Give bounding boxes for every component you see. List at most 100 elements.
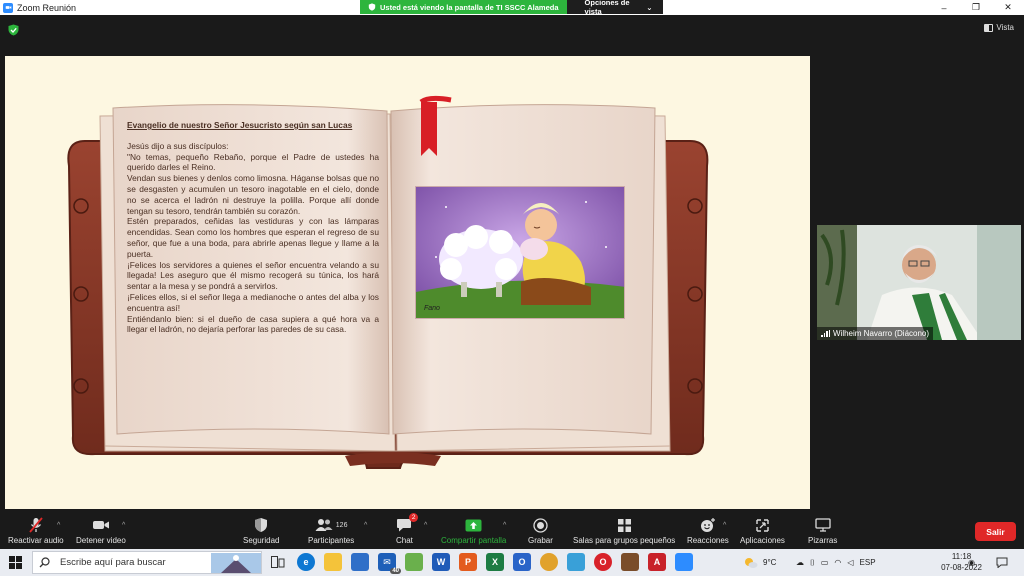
sharing-status: Usted está viendo la pantalla de TI SSCC… — [360, 0, 567, 14]
opera-icon[interactable]: O — [594, 553, 612, 571]
shield-check-icon — [368, 3, 376, 11]
unmute-audio-button[interactable]: Reactivar audio — [8, 516, 64, 545]
view-button[interactable]: Vista — [984, 23, 1014, 32]
whiteboard-icon — [815, 518, 831, 532]
minimize-button[interactable]: – — [928, 0, 960, 15]
microphone-muted-icon — [29, 517, 43, 533]
zoom-window: Zoom Reunión Usted está viendo la pantal… — [0, 0, 1024, 576]
meeting-toolbar: Reactivar audio ^ Detener video ^ Seguri… — [0, 512, 1024, 549]
gospel-paragraph: "No temas, pequeño Rebaño, porque el Pad… — [127, 151, 379, 173]
shepherd-lamb-illustration: Fano — [415, 186, 625, 319]
mail-badge: 40 — [390, 568, 401, 574]
outlook-icon[interactable]: O — [513, 553, 531, 571]
search-icon — [39, 557, 50, 568]
chat-options-caret[interactable]: ^ — [424, 522, 427, 529]
chat-unread-badge: 2 — [408, 513, 419, 522]
participant-video — [817, 225, 1021, 340]
record-button[interactable]: Grabar — [528, 516, 553, 545]
shield-icon — [255, 518, 268, 532]
signal-strength-icon — [821, 330, 830, 337]
stop-video-button[interactable]: Detener video — [76, 516, 126, 545]
app-icon[interactable] — [567, 553, 585, 571]
apps-button[interactable]: Aplicaciones — [740, 516, 785, 545]
participants-count: 126 — [335, 521, 348, 529]
notification-icon — [996, 557, 1008, 568]
weather-widget[interactable]: 9°C — [744, 549, 776, 576]
breakout-rooms-button[interactable]: Salas para grupos pequeños — [573, 516, 675, 545]
zoom-app-icon — [3, 2, 13, 13]
chrome-icon[interactable] — [540, 553, 558, 571]
powerpoint-icon[interactable]: P — [459, 553, 477, 571]
participants-button[interactable]: 126 Participantes — [308, 516, 354, 545]
gospel-text: Evangelio de nuestro Señor Jesucristo se… — [127, 120, 379, 335]
apps-icon — [756, 518, 769, 532]
zoom-taskbar-icon[interactable] — [675, 553, 693, 571]
window-title: Zoom Reunión — [17, 2, 77, 13]
mail-icon[interactable]: ✉ 40 — [378, 553, 401, 574]
close-button[interactable]: ✕ — [992, 0, 1024, 15]
participant-video-tile[interactable]: Wilheim Navarro (Diácono) — [817, 225, 1021, 340]
share-banner: Usted está viendo la pantalla de TI SSCC… — [360, 0, 663, 16]
gospel-paragraph: Jesús dijo a sus discípulos: — [127, 140, 229, 151]
taskbar-search-input[interactable]: Escribe aquí para buscar — [32, 551, 262, 574]
share-options-caret[interactable]: ^ — [503, 522, 506, 529]
share-screen-button[interactable]: Compartir pantalla — [441, 516, 506, 545]
meeting-area: Vista Evangelio de nuestro Señor Jesucri… — [0, 15, 1024, 512]
share-screen-icon — [465, 519, 482, 531]
participants-options-caret[interactable]: ^ — [364, 522, 367, 529]
start-button[interactable] — [4, 553, 26, 572]
volume-icon[interactable]: ◁ — [847, 558, 853, 567]
paint-icon[interactable] — [405, 553, 423, 571]
meet-now-icon: ◉ — [968, 558, 975, 567]
taskbar-clock[interactable]: 11:18 07-08-2022 — [941, 551, 982, 573]
archive-icon[interactable] — [621, 553, 639, 571]
wifi-icon[interactable]: ◠ — [834, 558, 841, 567]
whiteboards-button[interactable]: Pizarras — [808, 516, 837, 545]
window-controls: – ❐ ✕ — [928, 0, 1024, 15]
reactions-button[interactable]: Reacciones — [687, 516, 729, 545]
search-highlight-icon — [211, 552, 261, 573]
taskbar-extra-icon[interactable]: ◉ — [968, 549, 975, 576]
reactions-options-caret[interactable]: ^ — [723, 522, 726, 529]
smiley-plus-icon — [700, 518, 715, 532]
chevron-down-icon: ⌄ — [646, 2, 653, 12]
audio-options-caret[interactable]: ^ — [57, 522, 60, 529]
view-options-button[interactable]: Opciones de vista ⌄ — [566, 0, 663, 16]
windows-taskbar: Escribe aquí para buscar e ✉ 40 W P X O O… — [0, 549, 1024, 576]
gospel-paragraph: Vendan sus bienes y denlos como limosna.… — [127, 173, 379, 216]
file-explorer-icon[interactable] — [324, 553, 342, 571]
participants-icon — [315, 519, 333, 531]
security-button[interactable]: Seguridad — [243, 516, 279, 545]
windows-logo-icon — [8, 556, 22, 569]
video-camera-icon — [92, 521, 109, 529]
gospel-paragraph: Entiéndanlo bien: si el dueño de casa su… — [127, 313, 379, 335]
gospel-paragraph: ¡Felices ellos, si el señor llega a medi… — [127, 291, 379, 313]
gospel-heading: Evangelio de nuestro Señor Jesucristo se… — [127, 120, 353, 130]
encryption-shield-icon[interactable] — [8, 24, 19, 36]
word-icon[interactable]: W — [432, 553, 450, 571]
maximize-button[interactable]: ❐ — [960, 0, 992, 15]
bible-book-graphic — [67, 95, 709, 469]
weather-sun-cloud-icon — [745, 557, 758, 568]
grid-view-icon — [984, 23, 994, 32]
acrobat-icon[interactable]: A — [648, 553, 666, 571]
participant-name-label: Wilheim Navarro (Diácono) — [817, 327, 934, 340]
record-icon — [533, 517, 548, 533]
gospel-paragraph: Estén preparados, ceñidas las vestiduras… — [127, 216, 379, 259]
notification-center-icon[interactable] — [996, 549, 1008, 576]
chat-button[interactable]: 2 Chat — [396, 513, 419, 545]
store-icon[interactable] — [351, 553, 369, 571]
task-view-icon[interactable] — [269, 553, 287, 571]
shared-screen: Evangelio de nuestro Señor Jesucristo se… — [5, 56, 810, 509]
excel-icon[interactable]: X — [486, 553, 504, 571]
leave-button[interactable]: Salir — [975, 522, 1016, 541]
network-icon[interactable]: ⌷ — [810, 558, 815, 568]
cloud-icon[interactable]: ☁ — [796, 558, 804, 567]
video-options-caret[interactable]: ^ — [122, 522, 125, 529]
edge-browser-icon[interactable]: e — [297, 553, 315, 571]
illustration-signature: Fano — [424, 305, 440, 312]
system-tray: ☁ ⌷ ▭ ◠ ◁ ESP — [796, 549, 876, 576]
breakout-rooms-icon — [617, 518, 631, 532]
battery-icon[interactable]: ▭ — [821, 558, 829, 567]
language-indicator[interactable]: ESP — [860, 558, 876, 567]
